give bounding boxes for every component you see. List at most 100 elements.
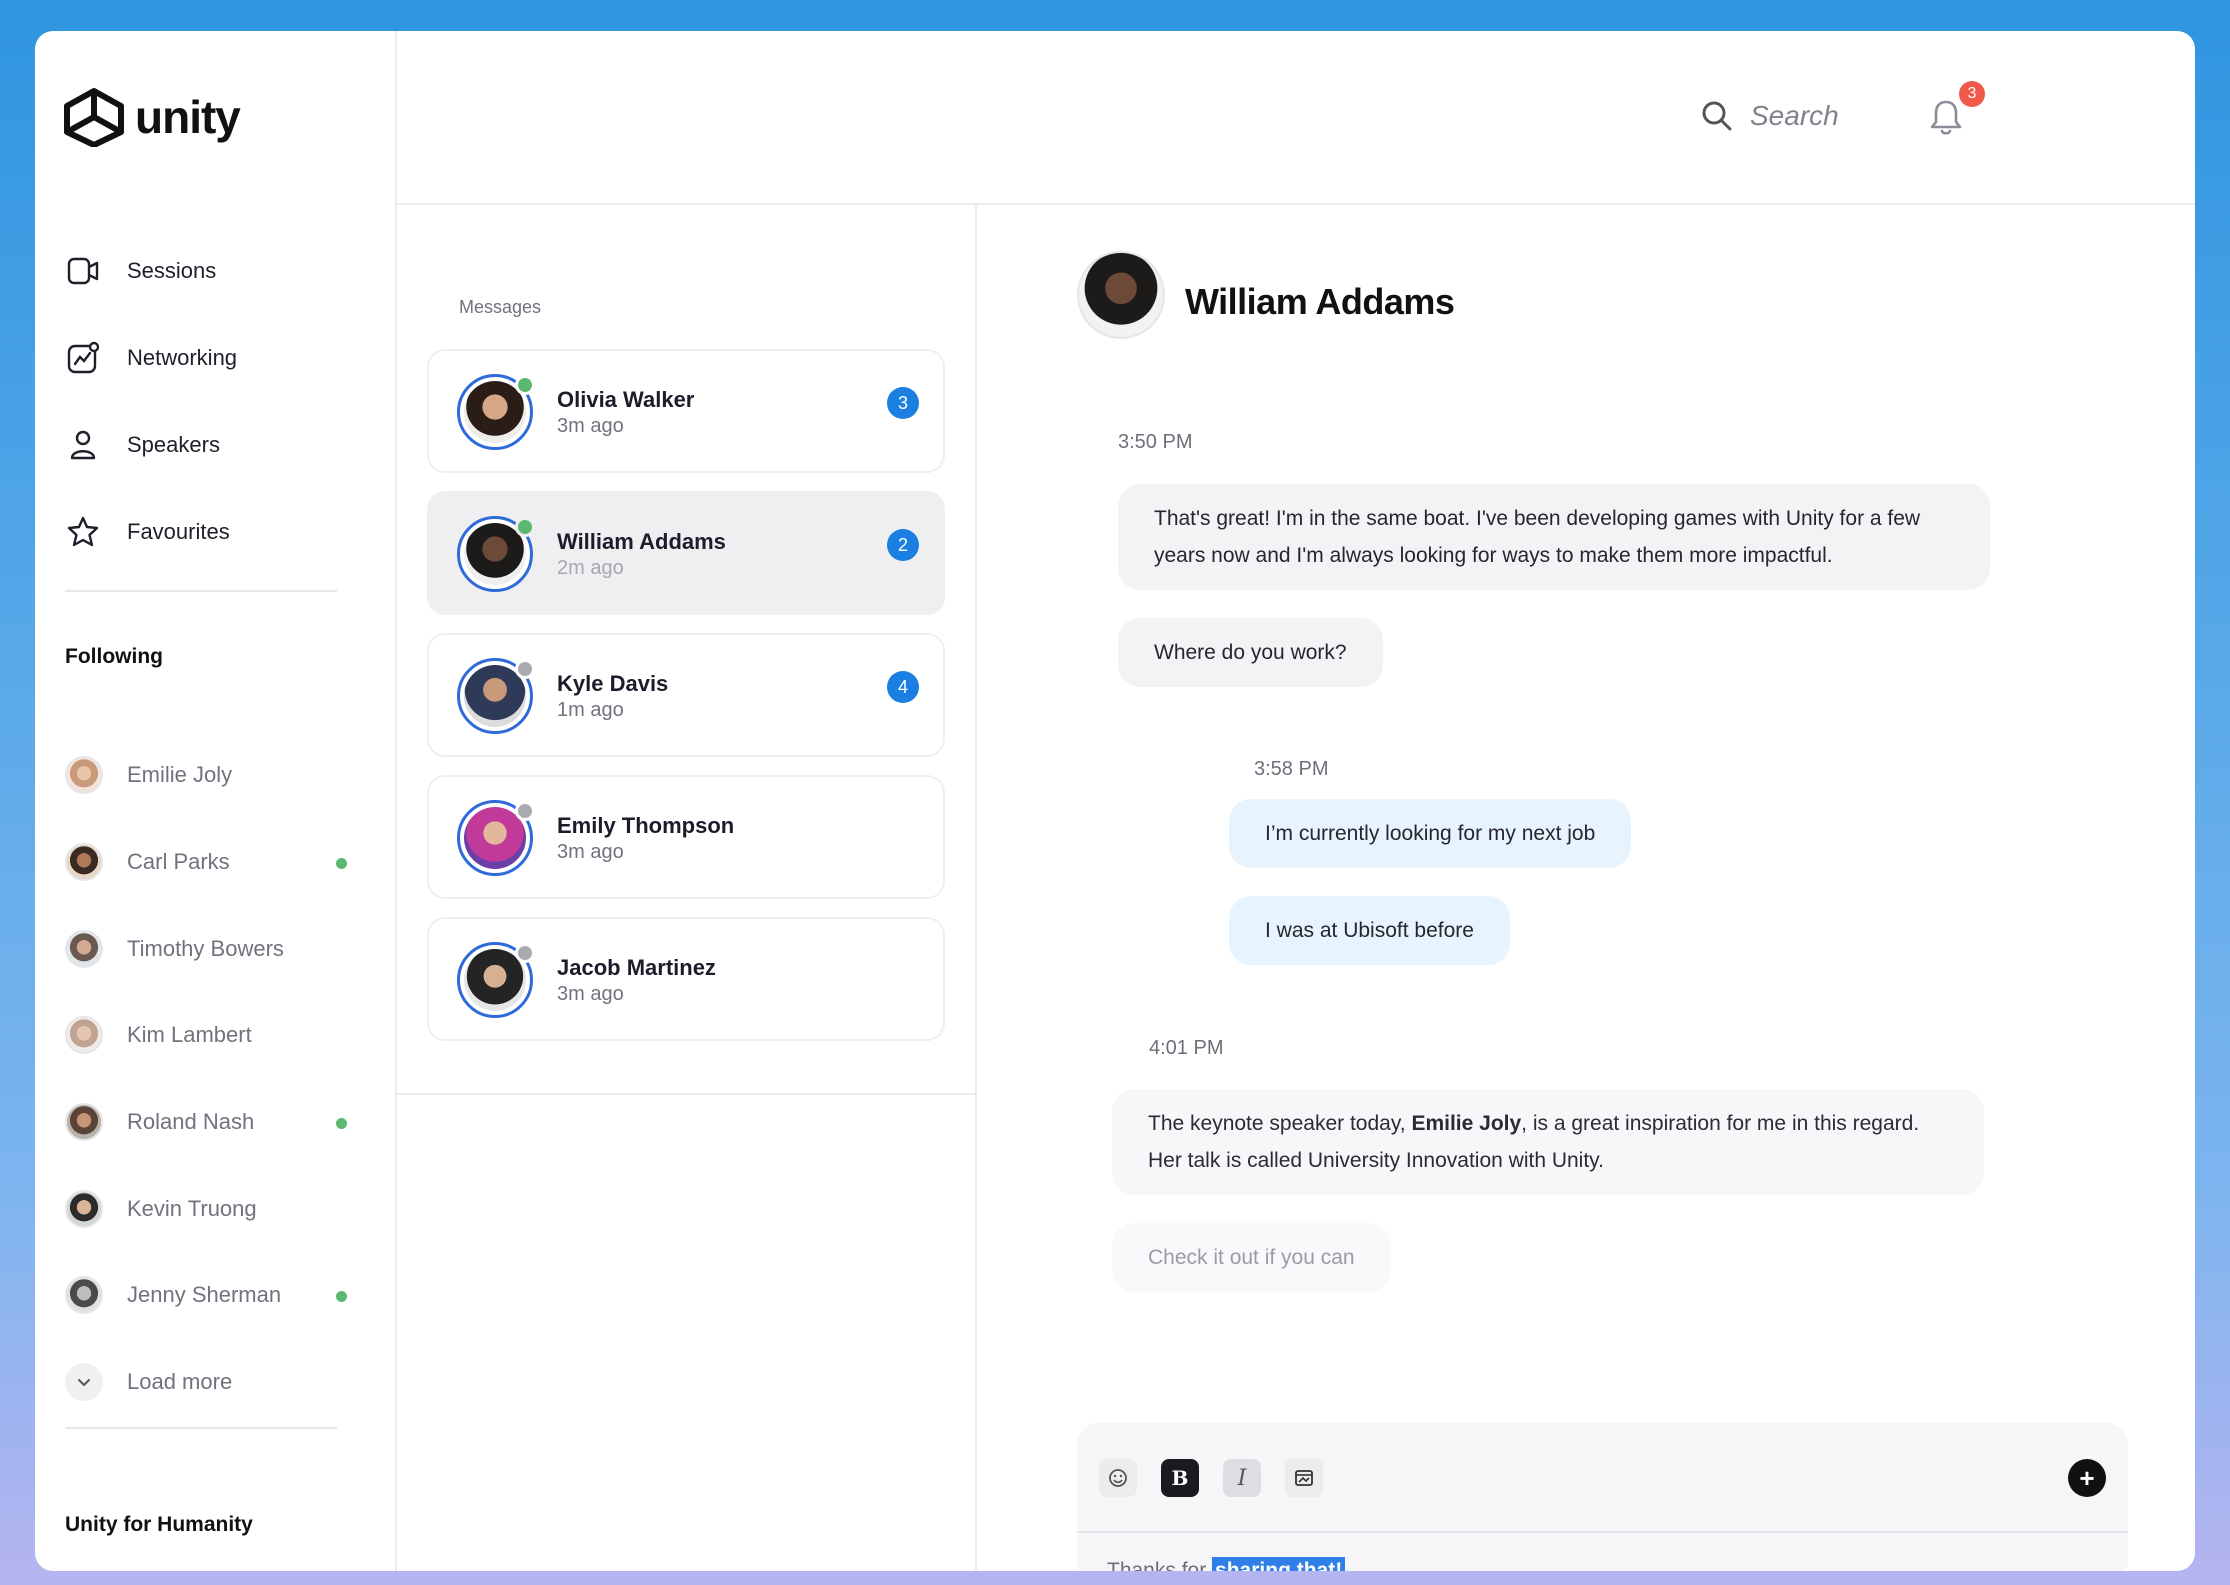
search-icon	[1702, 101, 1732, 131]
message-bubble-incoming: That's great! I'm in the same boat. I've…	[1118, 484, 1990, 590]
emoji-button[interactable]	[1099, 1459, 1137, 1497]
conversation-time: 1m ago	[557, 699, 624, 721]
image-icon	[1295, 1470, 1313, 1486]
online-indicator	[515, 517, 535, 537]
avatar	[65, 1276, 103, 1315]
conversation-time: 3m ago	[557, 841, 624, 863]
message-timestamp: 4:01 PM	[1149, 1037, 1224, 1059]
message-bubble-incoming: Where do you work?	[1118, 618, 1383, 687]
formatting-toolbar: B I	[1099, 1459, 1323, 1497]
offline-indicator	[515, 801, 535, 821]
avatar	[65, 756, 103, 795]
conversation-olivia-walker[interactable]: Olivia Walker 3m ago 3	[427, 349, 945, 473]
italic-button[interactable]: I	[1223, 1459, 1261, 1497]
selected-text: sharing that!	[1212, 1557, 1346, 1571]
mention-emilie-joly[interactable]: Emilie Joly	[1411, 1112, 1521, 1135]
image-button[interactable]	[1285, 1459, 1323, 1497]
chat-panel: William Addams 3:50 PM That's great! I'm…	[977, 205, 2195, 1571]
user-icon	[70, 430, 96, 459]
nav-item-networking[interactable]: Networking	[65, 314, 375, 401]
bell-icon	[1930, 100, 1962, 135]
conversation-time: 3m ago	[557, 415, 624, 437]
online-indicator	[336, 1117, 347, 1129]
brand-name: unity	[135, 91, 241, 143]
unread-badge: 2	[887, 529, 919, 561]
unity-for-humanity-heading: Unity for Humanity	[65, 1513, 253, 1536]
search-box[interactable]: Search	[1700, 99, 1839, 133]
conversation-william-addams[interactable]: William Addams 2m ago 2	[427, 491, 945, 615]
conversation-name: Olivia Walker	[557, 387, 695, 412]
following-item-timothy-bowers[interactable]: Timothy Bowers	[65, 905, 365, 992]
notification-badge: 3	[1959, 81, 1985, 107]
offline-indicator	[515, 659, 535, 679]
nav-label: Sessions	[127, 257, 217, 283]
chart-icon	[67, 341, 100, 373]
sidebar-divider	[65, 590, 337, 592]
conversation-name: Kyle Davis	[557, 671, 669, 696]
nav-label: Networking	[127, 344, 238, 370]
contact-avatar[interactable]	[1077, 251, 1165, 339]
following-name: Timothy Bowers	[127, 935, 284, 961]
following-name: Emilie Joly	[127, 762, 233, 788]
following-heading: Following	[65, 645, 163, 668]
message-bubble-outgoing: I’m currently looking for my next job	[1229, 799, 1632, 868]
message-composer: B I + Thanks for sharing that!	[1077, 1423, 2128, 1571]
following-item-carl-parks[interactable]: Carl Parks	[65, 819, 365, 906]
typed-text: Thanks for	[1107, 1559, 1213, 1571]
conversation-name: Emily Thompson	[557, 813, 735, 838]
avatar	[65, 1016, 103, 1055]
chevron-down-icon	[65, 1363, 103, 1402]
following-item-roland-nash[interactable]: Roland Nash	[65, 1079, 365, 1166]
offline-indicator	[515, 943, 535, 963]
conversation-time: 3m ago	[557, 983, 624, 1005]
following-list: Emilie Joly Carl Parks Timothy Bowers Ki…	[65, 732, 365, 1426]
top-header: Search 3	[397, 31, 2195, 205]
conversation-jacob-martinez[interactable]: Jacob Martinez 3m ago	[427, 917, 945, 1041]
nav-item-speakers[interactable]: Speakers	[65, 401, 375, 488]
nav-label: Speakers	[127, 431, 220, 457]
following-item-emilie-joly[interactable]: Emilie Joly	[65, 732, 365, 819]
avatar	[65, 929, 103, 968]
message-timestamp: 3:50 PM	[1118, 431, 1193, 453]
following-name: Jenny Sherman	[127, 1282, 282, 1308]
conversation-name: Jacob Martinez	[557, 955, 716, 980]
emoji-icon	[1109, 1469, 1127, 1487]
brand-logo[interactable]: unity	[63, 87, 241, 147]
message-text: The keynote speaker today,	[1148, 1112, 1412, 1135]
message-input[interactable]: Thanks for sharing that!	[1107, 1557, 1346, 1571]
unread-badge: 3	[887, 387, 919, 419]
bold-button[interactable]: B	[1161, 1459, 1199, 1497]
nav-item-favourites[interactable]: Favourites	[65, 488, 375, 575]
notifications-button[interactable]	[1928, 97, 1964, 142]
add-button[interactable]: +	[2068, 1459, 2106, 1497]
following-item-kim-lambert[interactable]: Kim Lambert	[65, 992, 365, 1079]
unity-logo-icon	[64, 88, 124, 147]
nav-item-sessions[interactable]: Sessions	[65, 227, 375, 314]
sidebar-divider	[65, 1427, 337, 1429]
conversation-time: 2m ago	[557, 557, 624, 579]
message-timestamp: 3:58 PM	[1254, 758, 1329, 780]
following-name: Kim Lambert	[127, 1022, 252, 1048]
messages-panel: Messages Olivia Walker 3m ago 3 William …	[397, 205, 977, 1571]
avatar	[65, 1189, 103, 1228]
search-input[interactable]: Search	[1750, 100, 1839, 132]
load-more-button[interactable]: Load more	[65, 1339, 365, 1426]
following-item-kevin-truong[interactable]: Kevin Truong	[65, 1165, 365, 1252]
app-window: unity Sessions Networking Speakers Favou…	[35, 31, 2195, 1571]
online-indicator	[336, 1291, 347, 1303]
following-item-jenny-sherman[interactable]: Jenny Sherman	[65, 1252, 365, 1339]
unread-badge: 4	[887, 671, 919, 703]
load-more-label: Load more	[127, 1369, 233, 1395]
nav-label: Favourites	[127, 518, 230, 544]
following-name: Kevin Truong	[127, 1195, 257, 1221]
panel-divider	[397, 1093, 975, 1095]
conversation-list: Olivia Walker 3m ago 3 William Addams 2m…	[427, 349, 945, 1059]
message-bubble-incoming: Check it out if you can	[1112, 1223, 1391, 1292]
main-nav: Sessions Networking Speakers Favourites	[65, 227, 375, 575]
conversation-name: William Addams	[557, 529, 726, 554]
message-bubble-incoming: The keynote speaker today, Emilie Joly, …	[1112, 1089, 1984, 1195]
avatar	[65, 843, 103, 882]
conversation-emily-thompson[interactable]: Emily Thompson 3m ago	[427, 775, 945, 899]
conversation-kyle-davis[interactable]: Kyle Davis 1m ago 4	[427, 633, 945, 757]
video-icon	[67, 257, 99, 284]
